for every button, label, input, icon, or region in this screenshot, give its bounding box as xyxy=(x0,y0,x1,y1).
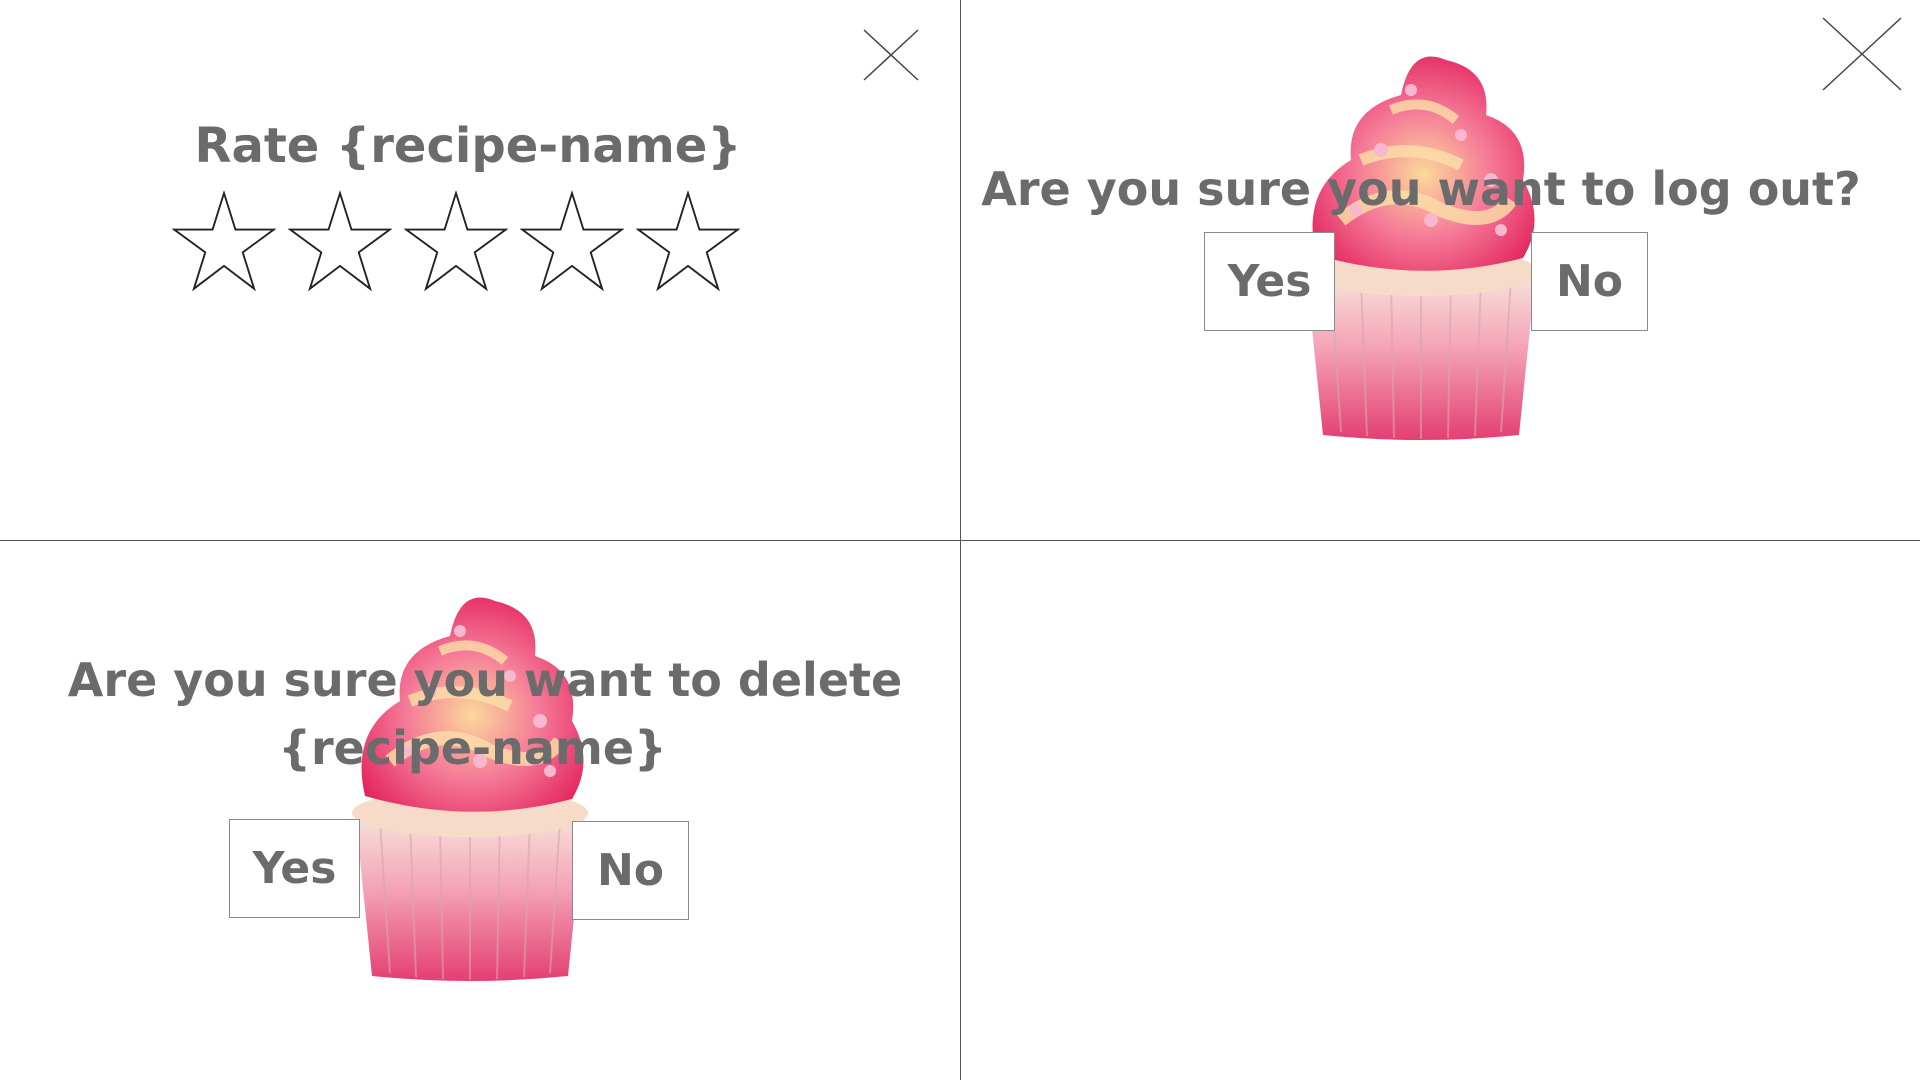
yes-button[interactable]: Yes xyxy=(1204,232,1335,331)
logout-question: Are you sure you want to log out? xyxy=(981,162,1861,216)
star-5-icon[interactable] xyxy=(636,190,740,294)
delete-question-line2: {recipe-name} xyxy=(278,721,667,775)
empty-panel xyxy=(961,541,1920,1080)
no-button[interactable]: No xyxy=(1531,232,1648,331)
yes-button[interactable]: Yes xyxy=(229,819,360,918)
rating-dialog: Rate {recipe-name} xyxy=(0,0,960,540)
close-icon[interactable] xyxy=(1821,16,1903,92)
delete-question-line1: Are you sure you want to delete xyxy=(67,653,903,707)
logout-dialog: Are you sure you want to log out? Yes No xyxy=(961,0,1920,540)
star-2-icon[interactable] xyxy=(288,190,392,294)
star-3-icon[interactable] xyxy=(404,190,508,294)
star-1-icon[interactable] xyxy=(172,190,276,294)
no-button[interactable]: No xyxy=(572,821,689,920)
rating-title: Rate {recipe-name} xyxy=(194,118,742,174)
star-rating[interactable] xyxy=(172,190,740,294)
cupcake-illustration xyxy=(352,597,588,981)
star-4-icon[interactable] xyxy=(520,190,624,294)
delete-dialog: Are you sure you want to delete {recipe-… xyxy=(0,541,960,1080)
close-icon[interactable] xyxy=(862,28,920,82)
